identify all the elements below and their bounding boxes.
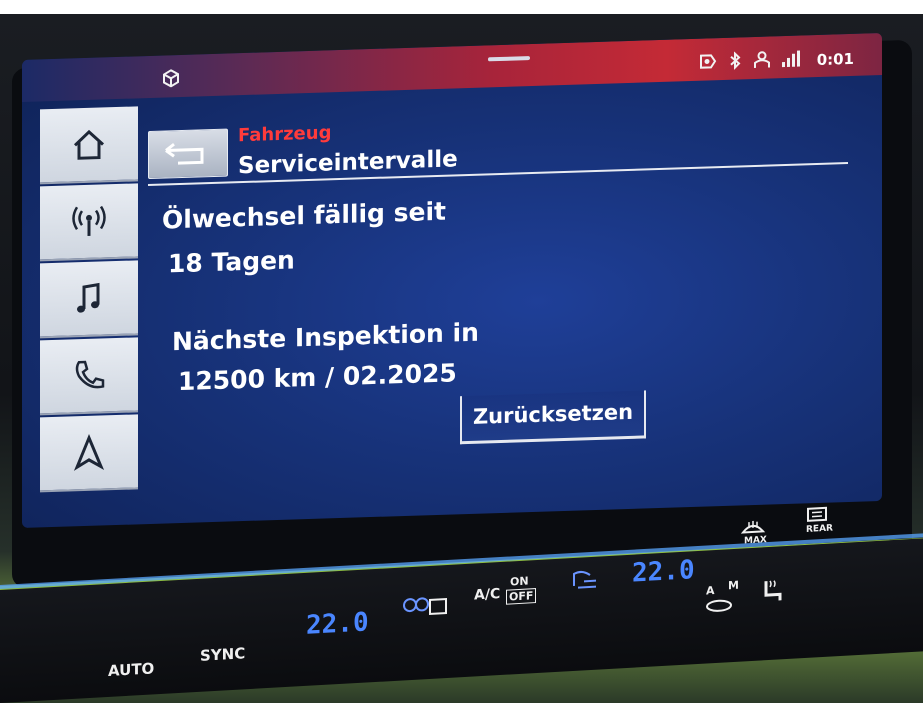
breadcrumb: Fahrzeug — [238, 122, 332, 147]
max-label: MAX — [744, 535, 767, 547]
3d-box-icon[interactable] — [162, 69, 180, 92]
bluetooth-icon — [728, 51, 742, 73]
drawer-handle[interactable] — [488, 56, 530, 62]
inspection-value: 12500 km / 02.2025 — [178, 358, 457, 397]
fan-icon[interactable] — [402, 595, 448, 625]
reset-button[interactable]: Zurücksetzen — [460, 390, 646, 445]
phone-icon — [75, 360, 105, 388]
signal-icon — [780, 49, 802, 72]
oil-change-value: 18 Tagen — [168, 245, 295, 279]
seat-airflow-icon[interactable] — [570, 566, 600, 596]
side-navigation — [40, 106, 138, 494]
auto-mode-m-label: M — [728, 578, 739, 593]
page-title: Serviceintervalle — [238, 146, 458, 180]
music-note-icon — [77, 282, 100, 313]
user-profile-icon — [752, 50, 772, 73]
radio-antenna-icon — [72, 205, 106, 236]
nav-phone-button[interactable] — [40, 337, 138, 416]
back-button[interactable] — [148, 128, 228, 180]
seat-heating-icon[interactable] — [760, 576, 784, 609]
nav-navigation-button[interactable] — [40, 414, 138, 493]
sync-button[interactable]: SYNC — [200, 644, 245, 665]
auto-mode-icon[interactable] — [704, 595, 734, 619]
rear-label: REAR — [806, 523, 833, 535]
navigation-arrow-icon — [73, 433, 105, 471]
nav-radio-button[interactable] — [40, 183, 138, 262]
temp-right-display[interactable]: 22.0 — [632, 555, 695, 589]
home-icon — [73, 129, 105, 160]
ac-label[interactable]: A/C — [474, 586, 500, 603]
temp-left-display[interactable]: 22.0 — [306, 607, 369, 641]
oil-change-label: Ölwechsel fällig seit — [162, 196, 447, 235]
clock: 0:01 — [816, 49, 854, 70]
back-arrow-icon — [165, 143, 204, 165]
nav-home-button[interactable] — [40, 106, 138, 185]
ac-off-label: OFF — [506, 588, 537, 605]
ac-on-label: ON — [510, 574, 529, 589]
infotainment-screen: 0:01 Fahrzeug Serviceintervalle Ölwechse… — [22, 32, 882, 528]
auto-button[interactable]: AUTO — [108, 659, 154, 680]
nav-media-button[interactable] — [40, 260, 138, 339]
parking-sensor-icon — [698, 52, 718, 75]
inspection-label: Nächste Inspektion in — [172, 317, 479, 357]
